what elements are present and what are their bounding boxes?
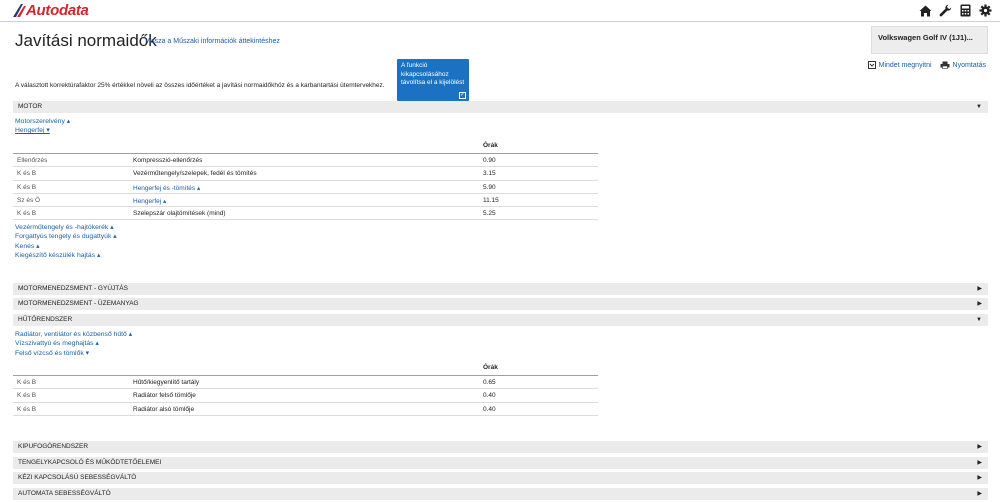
operation-description: Hűtő/kiegyenlítő tartály: [133, 379, 200, 386]
sublink-kiegeszito-hajtas[interactable]: Kiegészítő készülék hajtás ▴: [15, 251, 117, 260]
operation-description: Kompresszió-ellenőrzés: [133, 157, 203, 164]
operation-description: Radiátor felső tömlője: [133, 392, 196, 400]
operation-hours: 3.15: [483, 170, 496, 178]
chevron-right-icon: ▶: [977, 491, 982, 497]
expand-all-button[interactable]: Mindet megnyitni: [867, 61, 932, 69]
correction-factor-note: A választott korrektúrafaktor 25% értékk…: [15, 82, 385, 89]
section-tengelykapcsolo[interactable]: TENGELYKAPCSOLÓ ÉS MŰKÖDTETŐELEMEI ▶: [13, 457, 988, 469]
expand-all-label: Mindet megnyitni: [878, 61, 932, 69]
vehicle-selector[interactable]: Volkswagen Golf IV (1J1)...: [871, 26, 988, 54]
top-bar: Autodata: [0, 0, 1000, 22]
section-label: TENGELYKAPCSOLÓ ÉS MŰKÖDTETŐELEMEI: [18, 459, 162, 466]
motor-times-table: Órák Ellenőrzés Kompresszió-ellenőrzés 0…: [13, 140, 598, 221]
operation-description: Szelepszár olajtömítések (mind): [133, 210, 226, 218]
chevron-down-icon: ▼: [976, 104, 982, 110]
page-title: Javítási normaidők: [15, 31, 157, 50]
section-label: KÉZI KAPCSOLÁSÚ SEBESSÉGVÁLTÓ: [18, 474, 137, 481]
tooltip-text: A funkció kikapcsolásához távolítsa el a…: [401, 62, 465, 86]
back-to-overview-link[interactable]: Vissza a Műszaki információk áttekintésh…: [145, 38, 280, 45]
logo-mark-icon: [12, 3, 28, 18]
autodata-logo[interactable]: Autodata: [12, 2, 89, 19]
operation-type: K és B: [17, 392, 37, 400]
operation-description-link[interactable]: Hengerfej és -tömítés ▴: [133, 184, 200, 192]
logo-text: Autodata: [26, 2, 89, 19]
section-label: KIPUFOGÓRENDSZER: [18, 443, 89, 450]
sublink-vizszivattyu[interactable]: Vízszivattyú és meghajtás ▴: [15, 339, 132, 348]
operation-hours: 11.15: [483, 196, 499, 204]
operation-description: Vezérműtengely/szelepek, fedél és tömíté…: [133, 170, 257, 178]
table-row: Sz és Ö Hengerfej ▴ 11.15: [13, 194, 598, 208]
operation-hours: 0.90: [483, 157, 496, 164]
sublink-felso-vizcso[interactable]: Felső vízcső és tömlők ▾: [15, 349, 132, 358]
chevron-right-icon: ▶: [977, 460, 982, 466]
chevron-right-icon: ▶: [977, 475, 982, 481]
operation-type: Ellenőrzés: [17, 157, 48, 164]
chevron-down-icon: ▼: [976, 317, 982, 323]
operation-hours: 0.40: [483, 392, 496, 400]
operation-hours: 5.90: [483, 183, 496, 191]
hours-column-header: Órák: [483, 142, 498, 149]
section-label: MOTOR: [18, 103, 43, 110]
section-gyujtas[interactable]: MOTORMENEDZSMENT - GYÚJTÁS ▶: [13, 283, 988, 295]
section-kipufogo[interactable]: KIPUFOGÓRENDSZER ▶: [13, 441, 988, 453]
chevron-right-icon: ▶: [977, 301, 982, 307]
operation-hours: 5.25: [483, 210, 496, 218]
operation-hours: 0.65: [483, 379, 496, 386]
chevron-right-icon: ▶: [977, 286, 982, 292]
expand-all-icon: [867, 61, 876, 69]
operation-type: K és B: [17, 170, 37, 178]
print-label: Nyomtatás: [952, 61, 986, 69]
printer-icon: [940, 61, 950, 69]
section-kezi-sebessegvalto[interactable]: KÉZI KAPCSOLÁSÚ SEBESSÉGVÁLTÓ ▶: [13, 472, 988, 484]
table-row: K és B Szelepszár olajtömítések (mind) 5…: [13, 207, 598, 221]
print-button[interactable]: Nyomtatás: [940, 61, 986, 69]
section-uzemanyag[interactable]: MOTORMENEDZSMENT - ÜZEMANYAG ▶: [13, 298, 988, 310]
section-motor[interactable]: MOTOR ▼: [13, 101, 988, 113]
table-row: K és B Radiátor felső tömlője 0.40: [13, 389, 598, 403]
sublink-radiator[interactable]: Radiátor, ventilátor és közbenső hűtő ▴: [15, 330, 132, 339]
operation-description-link[interactable]: Hengerfej ▴: [133, 197, 166, 205]
operation-hours: 0.40: [483, 405, 496, 413]
sublink-forgattyus-tengely[interactable]: Forgattyús tengely és dugattyúk ▴: [15, 232, 117, 241]
section-label: MOTORMENEDZSMENT - ÜZEMANYAG: [18, 300, 139, 307]
sublink-hengerfej[interactable]: Hengerfej ▾: [15, 126, 70, 135]
home-icon[interactable]: [917, 2, 934, 19]
sublink-motorszerelveny[interactable]: Motorszerelvény ▴: [15, 117, 70, 126]
cooling-times-table: Órák K és B Hűtő/kiegyenlítő tartály 0.6…: [13, 362, 598, 416]
chevron-right-icon: ▶: [977, 444, 982, 450]
checkbox-icon[interactable]: ✓: [459, 92, 466, 99]
operation-type: K és B: [17, 405, 37, 413]
section-label: HŰTŐRENDSZER: [18, 316, 73, 323]
table-row: K és B Hűtő/kiegyenlítő tartály 0.65: [13, 376, 598, 390]
operation-type: K és B: [17, 210, 37, 218]
section-hutorendszer[interactable]: HŰTŐRENDSZER ▼: [13, 314, 988, 326]
gear-icon[interactable]: [977, 2, 994, 19]
operation-type: K és B: [17, 379, 37, 386]
calculator-icon[interactable]: [957, 2, 974, 19]
table-row: Ellenőrzés Kompresszió-ellenőrzés 0.90: [13, 154, 598, 168]
wrench-icon[interactable]: [937, 2, 954, 19]
section-label: AUTOMATA SEBESSÉGVÁLTÓ: [18, 490, 111, 497]
section-label: MOTORMENEDZSMENT - GYÚJTÁS: [18, 285, 128, 292]
table-row: K és B Radiátor alsó tömlője 0.40: [13, 403, 598, 416]
table-row: K és B Hengerfej és -tömítés ▴ 5.90: [13, 181, 598, 194]
sublink-vezermutengely[interactable]: Vezérműtengely és -hajtókerék ▴: [15, 223, 117, 232]
operation-type: K és B: [17, 183, 37, 191]
hours-column-header: Órák: [483, 364, 498, 371]
sublink-kenes[interactable]: Kenés ▴: [15, 242, 117, 251]
correction-factor-tooltip: A funkció kikapcsolásához távolítsa el a…: [397, 59, 469, 101]
section-automata-sebessegvalto[interactable]: AUTOMATA SEBESSÉGVÁLTÓ ▶: [13, 488, 988, 500]
table-row: K és B Vezérműtengely/szelepek, fedél és…: [13, 167, 598, 181]
operation-description: Radiátor alsó tömlője: [133, 405, 195, 413]
operation-type: Sz és Ö: [17, 196, 41, 204]
